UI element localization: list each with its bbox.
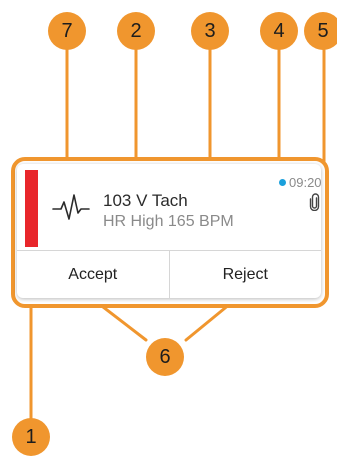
callout-1: 1 [12,418,50,456]
callout-3: 3 [191,12,229,50]
paperclip-icon[interactable] [309,193,320,211]
callout-5: 5 [304,12,337,50]
alarm-timestamp: 09:20 [289,175,321,190]
callout-4: 4 [260,12,298,50]
alarm-detail: HR High 165 BPM [103,213,234,230]
accept-button[interactable]: Accept [17,251,169,298]
status-dot [279,179,286,186]
reject-button[interactable]: Reject [168,251,322,298]
callout-7: 7 [48,12,86,50]
ecg-waveform-icon [52,194,90,220]
callout-2: 2 [117,12,155,50]
alarm-title: 103 V Tach [103,191,188,210]
severity-indicator-bar [25,170,38,247]
alarm-card[interactable]: 103 V Tach HR High 165 BPM 09:20 Accept … [17,164,321,298]
callout-6: 6 [146,338,184,376]
action-button-row: Accept Reject [17,250,321,298]
